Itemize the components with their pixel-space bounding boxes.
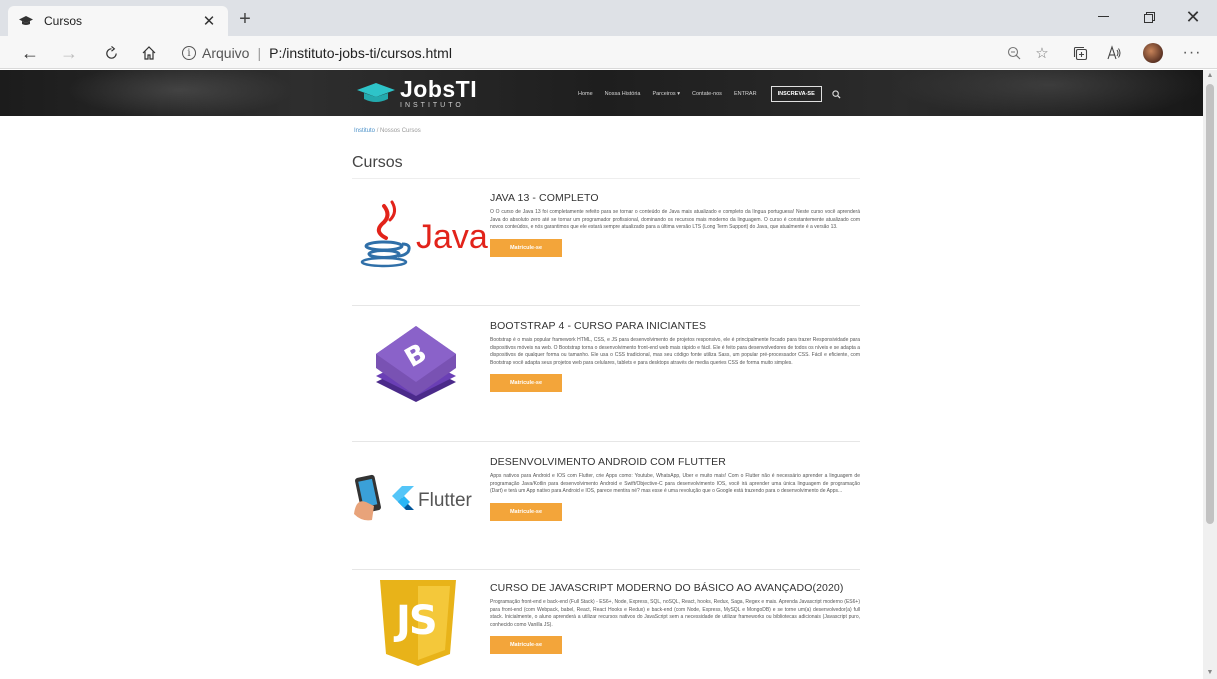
nav-link-home[interactable]: Home <box>578 91 593 97</box>
course-description: O O curso de Java 13 foi completamente r… <box>490 209 860 230</box>
course-description: Bootstrap é o mais popular framework HTM… <box>490 337 860 366</box>
course-description: Apps nativos para Android e IOS com Flut… <box>490 473 860 494</box>
info-icon[interactable]: i <box>182 46 196 60</box>
browser-address-bar: ← → i Arquivo | P:/instituto-jobs-ti/cur… <box>0 36 1217 69</box>
favorite-star-icon[interactable]: ☆ <box>1030 42 1054 64</box>
flutter-logo-text: Flutter <box>418 490 472 511</box>
breadcrumb: Instituto / Nossos Cursos <box>354 128 421 134</box>
tab-title: Cursos <box>44 14 83 28</box>
url-separator: | <box>257 45 262 61</box>
close-window-icon[interactable]: ✕ <box>1170 4 1216 30</box>
back-arrow-icon[interactable]: ← <box>18 41 42 65</box>
graduation-cap-icon <box>18 13 34 29</box>
url-scheme-label: Arquivo <box>202 45 250 61</box>
course-divider <box>352 441 860 442</box>
collections-icon[interactable] <box>1068 42 1092 64</box>
browser-tab-bar: Cursos ✕ + ✕ <box>0 0 1217 36</box>
nav-link-parceiros[interactable]: Parceiros ▾ <box>652 91 680 97</box>
breadcrumb-root-link[interactable]: Instituto <box>354 128 375 134</box>
nav-link-entrar[interactable]: ENTRAR <box>734 91 757 97</box>
search-icon[interactable] <box>832 89 841 99</box>
site-logo[interactable]: JobsTI INSTITUTO <box>356 76 477 110</box>
page-scrollbar[interactable]: ▲ ▼ <box>1203 70 1217 679</box>
tab-close-icon[interactable]: ✕ <box>200 12 218 30</box>
course-title: CURSO DE JAVASCRIPT MODERNO DO BÁSICO AO… <box>490 582 844 594</box>
scroll-up-arrow-icon[interactable]: ▲ <box>1203 70 1217 82</box>
enroll-button[interactable]: Matricule-se <box>490 374 562 392</box>
course-image-javascript: JS <box>352 578 480 668</box>
scroll-thumb[interactable] <box>1206 84 1214 524</box>
enroll-button[interactable]: Matricule-se <box>490 502 562 521</box>
breadcrumb-current: Nossos Cursos <box>380 128 421 134</box>
url-field[interactable]: i Arquivo | P:/instituto-jobs-ti/cursos.… <box>182 43 452 63</box>
site-header: JobsTI INSTITUTO Home Nossa História Par… <box>0 70 1203 116</box>
enroll-button[interactable]: Matricule-se <box>490 636 562 654</box>
logo-main-text: JobsTI <box>400 75 478 102</box>
graduation-cap-logo-icon <box>357 83 395 102</box>
signup-button[interactable]: INSCREVA-SE <box>770 86 822 102</box>
profile-avatar[interactable] <box>1141 42 1165 64</box>
bootstrap-logo-icon: B <box>376 326 456 402</box>
course-description: Programação front-end e back-end (Full S… <box>490 599 860 628</box>
course-title: DESENVOLVIMENTO ANDROID COM FLUTTER <box>490 456 726 468</box>
minimize-window-icon[interactable] <box>1080 4 1126 30</box>
avatar-image <box>1143 43 1163 63</box>
nav-link-contate-nos[interactable]: Contate-nos <box>692 91 722 97</box>
zoom-icon[interactable] <box>1002 42 1026 64</box>
browser-tab[interactable]: Cursos ✕ <box>8 6 228 36</box>
site-nav: Home Nossa História Parceiros ▾ Contate-… <box>578 86 841 102</box>
course-divider <box>352 305 860 306</box>
course-divider <box>352 569 860 570</box>
course-image-bootstrap: B <box>352 318 480 408</box>
title-divider <box>352 178 860 179</box>
read-aloud-icon[interactable] <box>1102 42 1126 64</box>
forward-arrow-icon[interactable]: → <box>57 41 81 65</box>
course-title: BOOTSTRAP 4 - CURSO PARA INICIANTES <box>490 320 707 332</box>
restore-window-icon[interactable] <box>1126 4 1172 30</box>
course-image-flutter: Flutter <box>352 456 480 546</box>
course-title: JAVA 13 - COMPLETO <box>490 192 599 204</box>
reload-icon[interactable] <box>99 41 123 65</box>
enroll-button[interactable]: Matricule-se <box>490 238 562 257</box>
course-image-java: Java <box>352 192 488 282</box>
nav-link-nossa-historia[interactable]: Nossa História <box>605 91 641 97</box>
more-options-icon[interactable]: ··· <box>1180 42 1204 64</box>
breadcrumb-separator: / <box>376 128 379 134</box>
home-icon[interactable] <box>137 41 161 65</box>
page-title: Cursos <box>352 154 403 171</box>
logo-sub-text: INSTITUTO <box>400 101 464 109</box>
url-text: P:/instituto-jobs-ti/cursos.html <box>269 45 452 61</box>
new-tab-button[interactable]: + <box>234 8 256 31</box>
java-logo-text: Java <box>416 218 488 256</box>
javascript-logo-text: JS <box>396 598 438 644</box>
scroll-down-arrow-icon[interactable]: ▼ <box>1203 667 1217 679</box>
